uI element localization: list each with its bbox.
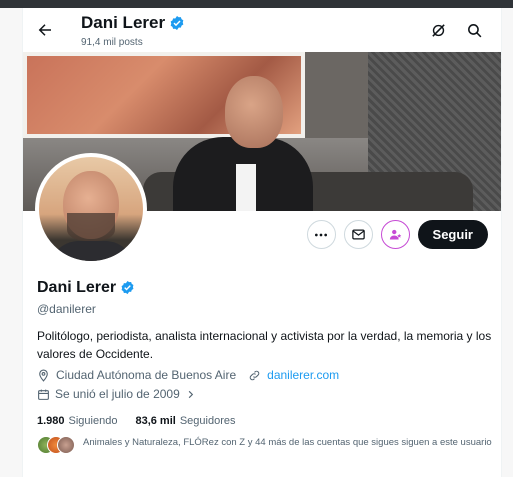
profile-header: Dani Lerer 91,4 mil posts [23,8,501,52]
grok-icon [431,23,445,37]
profile-stats: 1.980 Siguiendo 83,6 mil Seguidores [37,415,235,427]
location-pin-icon [39,369,48,382]
verified-badge-icon [169,15,185,31]
profile-name-row: Dani Lerer [37,279,136,297]
profile-name: Dani Lerer [37,279,117,296]
message-button[interactable] [343,220,373,249]
avatar [57,436,75,454]
link-icon [249,370,260,380]
more-dots-icon [315,233,328,236]
subscribe-star-person-icon [389,229,401,240]
profile-column: Dani Lerer 91,4 mil posts Seguir Dani Le… [22,8,502,477]
followers-you-know[interactable]: Animales y Naturaleza, FLÓRez con Z y 44… [37,436,501,456]
profile-bio: Politólogo, periodista, analista interna… [37,329,492,361]
profile-joined: Se unió el julio de 2009 [55,387,180,401]
arrow-left-icon [38,24,51,36]
grok-analyze-button[interactable] [428,20,448,40]
calendar-icon [38,389,49,400]
followers-label: Seguidores [179,415,236,427]
back-button[interactable] [33,18,57,42]
profile-website-link[interactable]: danilerer.com [267,368,339,382]
header-post-count: 91,4 mil posts [81,37,143,48]
profile-avatar[interactable] [35,153,147,265]
followers-count: 83,6 mil [135,415,176,427]
profile-actions: Seguir [306,220,488,249]
following-count: 1.980 [37,415,65,427]
header-title: Dani Lerer [81,13,185,33]
follow-button[interactable]: Seguir [417,220,488,249]
following-link[interactable]: 1.980 Siguiendo [37,415,117,427]
chevron-right-icon [188,390,193,398]
followers-you-know-avatars [37,436,75,456]
search-button[interactable] [464,20,484,40]
envelope-icon [351,229,365,240]
more-button[interactable] [306,220,336,249]
header-name: Dani Lerer [81,13,166,32]
following-label: Siguiendo [68,415,118,427]
search-icon [467,23,481,37]
profile-location: Ciudad Autónoma de Buenos Aire [56,368,237,382]
browser-top-strip [0,0,513,8]
followers-link[interactable]: 83,6 mil Seguidores [135,415,235,427]
profile-handle: @danilerer [37,302,96,316]
followers-you-know-text: Animales y Naturaleza, FLÓRez con Z y 44… [83,437,492,448]
profile-meta-row: Ciudad Autónoma de Buenos Aire danilerer… [37,368,339,382]
verified-badge-icon[interactable] [120,280,136,296]
profile-joined-row[interactable]: Se unió el julio de 2009 [37,387,196,401]
subscribe-button[interactable] [380,220,410,249]
